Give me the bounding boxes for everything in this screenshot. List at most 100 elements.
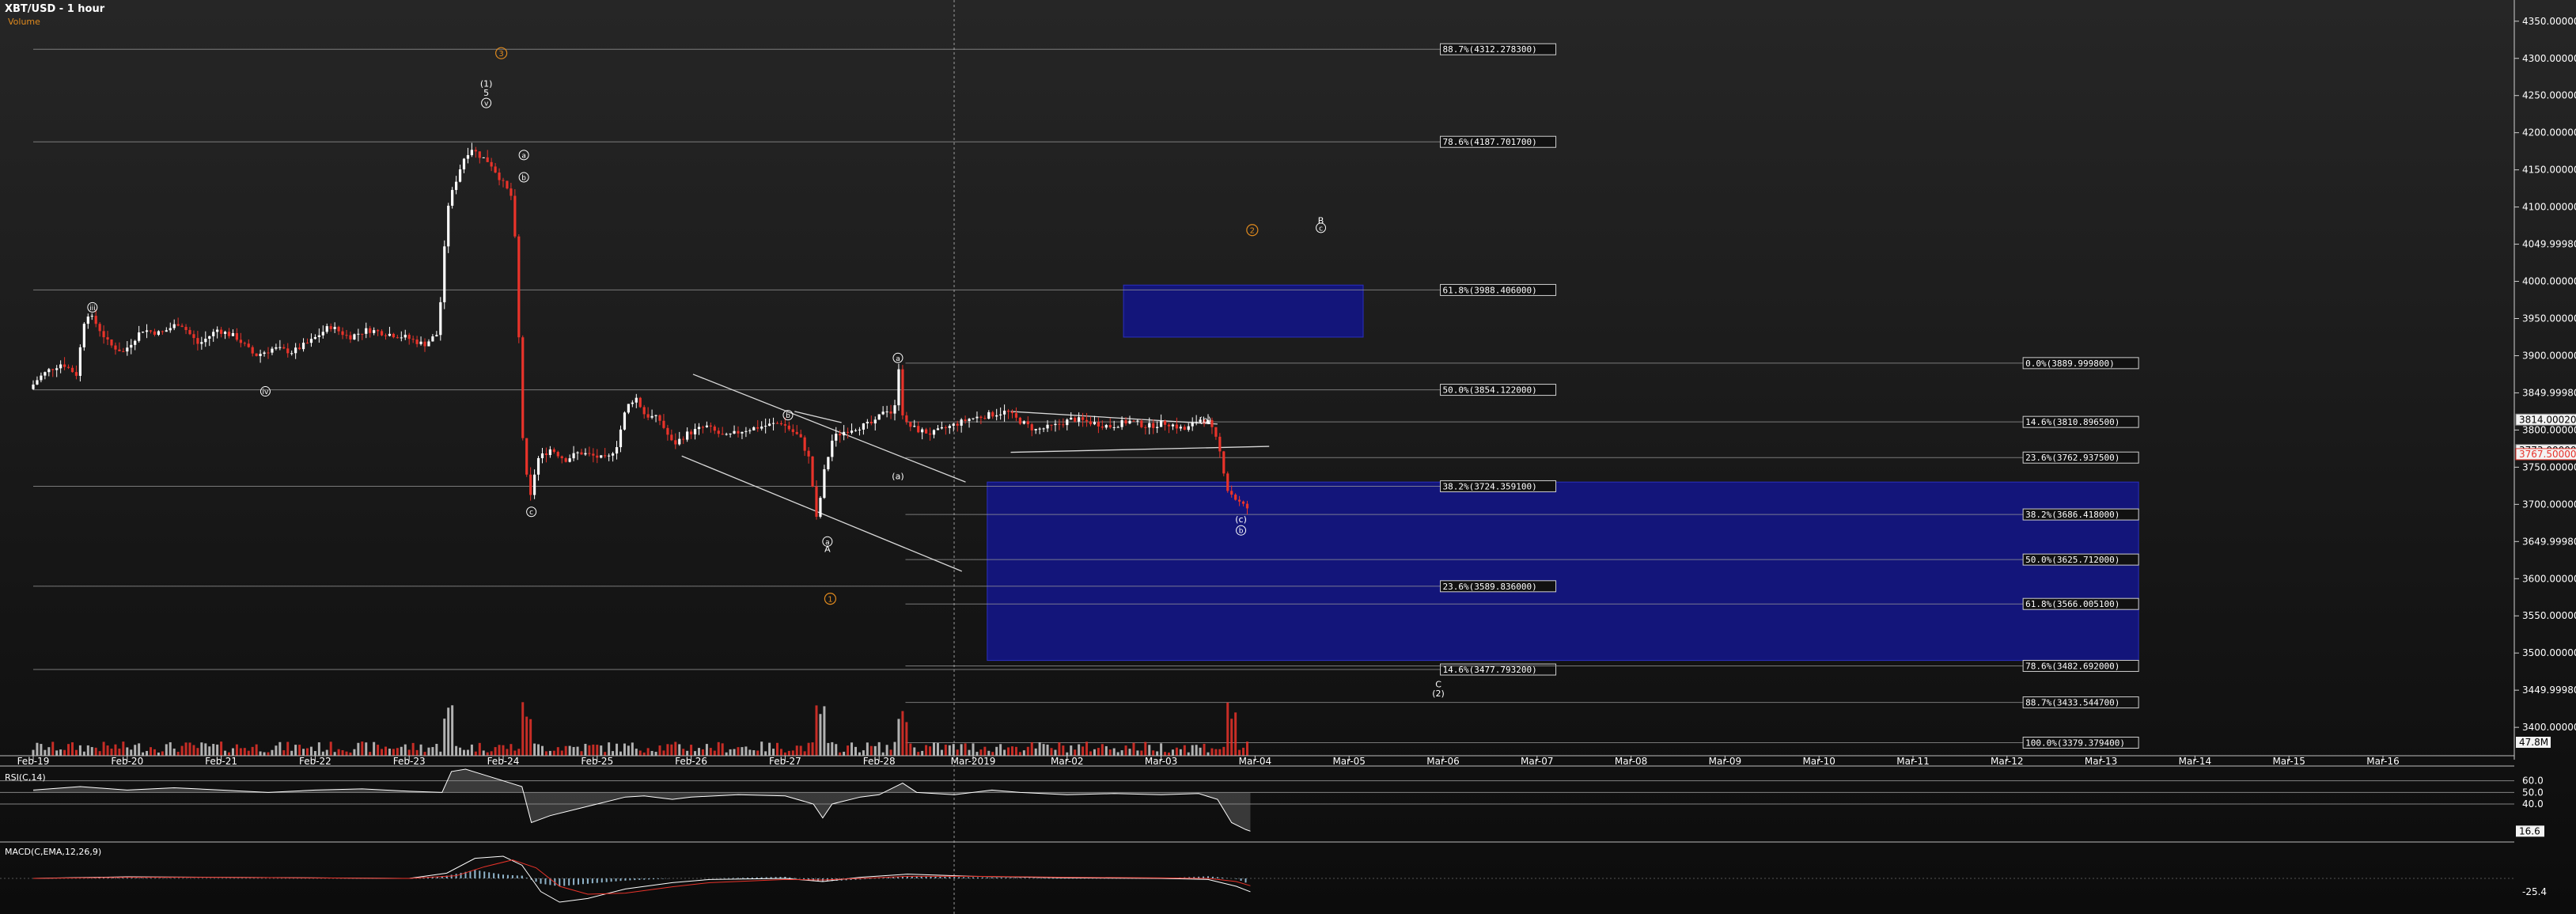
volume-bar-18 [102,741,105,756]
volume-bar-15 [90,747,93,756]
volume-bar-262 [1058,742,1061,756]
volume-bar-240 [972,743,975,756]
volume-bar-118 [494,747,497,756]
candle-body-195 [795,431,798,434]
volume-bar-92 [392,749,395,756]
candle-body-46 [212,332,215,336]
volume-bar-268 [1082,746,1085,756]
candle-body-76 [329,326,332,329]
volume-bar-154 [635,749,638,756]
fib-tag-label-14: 88.7%(3433.544700) [2025,698,2120,708]
candle-body-303 [1218,436,1222,452]
candle-body-59 [263,352,266,355]
candle-body-133 [552,449,555,453]
volume-bar-156 [642,752,646,756]
candle-body-152 [627,404,630,413]
time-tick-label-23: Mar-14 [2179,756,2211,767]
volume-bar-39 [184,742,188,756]
candle-body-277 [1116,427,1119,428]
volume-bar-160 [658,745,661,756]
volume-bar-260 [1050,748,1053,756]
volume-bar-286 [1152,750,1155,756]
volume-bar-183 [748,749,752,756]
candle-body-193 [787,425,790,430]
volume-bar-78 [337,749,340,756]
candle-body-194 [791,429,794,432]
candle-body-7 [59,364,63,369]
volume-bar-174 [713,750,716,756]
volume-bar-37 [176,752,180,756]
volume-bar-201 [819,714,822,756]
candle-body-32 [157,331,160,336]
volume-bar-307 [1234,712,1237,756]
candle-body-52 [235,332,238,340]
volume-bar-113 [474,751,477,756]
volume-bar-137 [568,745,571,756]
volume-bar-45 [208,746,211,756]
candle-body-180 [737,430,740,434]
price-chart[interactable]: 88.7%(4312.278300) 78.6%(4187.701700) 61.8… [0,0,2576,914]
candle-body-40 [188,330,191,335]
volume-bar-202 [823,706,826,756]
candle-body-31 [153,331,157,336]
volume-bar-191 [779,749,782,756]
candle-body-138 [572,453,575,459]
price-tick-label-0: 4350.000000 [2522,16,2576,27]
volume-bar-43 [200,742,203,756]
candle-body-56 [251,347,254,354]
time-tick-label-14: Mar-05 [1332,756,1365,767]
candle-body-274 [1104,425,1108,428]
volume-bar-40 [188,742,191,756]
volume-bar-234 [948,745,951,756]
fib-tag-label-11: 50.0%(3625.712000) [2025,555,2120,565]
candle-body-77 [333,327,336,329]
volume-bar-282 [1136,750,1139,756]
volume-bar-102 [431,747,434,756]
volume-bar-247 [999,744,1002,756]
candle-body-153 [631,402,634,404]
candle-body-257 [1038,428,1041,430]
macd-label: MACD(C,EMA,12,26,9) [5,847,101,857]
candle-body-282 [1136,420,1139,422]
volume-bar-83 [357,742,360,756]
volume-bar-298 [1199,747,1202,756]
volume-bar-231 [936,743,939,756]
volume-bar-73 [317,742,320,756]
candle-body-198 [807,450,810,457]
candle-body-16 [94,316,97,324]
volume-bar-76 [329,741,332,756]
volume-bar-182 [744,746,748,756]
candle-body-109 [458,169,462,182]
candle-body-137 [568,458,571,462]
candle-body-24 [126,347,129,352]
fib-tag-label-2: 61.8%(3988.406000) [1443,285,1537,295]
volume-bar-71 [309,746,313,756]
candle-body-2 [40,375,43,381]
price-tick-label-7: 4000.000000 [2522,276,2576,287]
candle-body-225 [913,426,916,427]
candle-body-45 [208,336,211,339]
candle-body-122 [510,188,513,196]
candle-body-236 [956,423,959,426]
candle-body-130 [540,453,544,458]
candle-body-280 [1128,420,1131,424]
candle-body-12 [78,347,81,376]
candle-body-157 [646,414,650,418]
volume-bar-224 [909,743,912,756]
volume-bar-57 [255,744,258,756]
candle-body-218 [885,411,888,413]
candle-body-205 [835,434,838,441]
volume-tag-label: 47.8M [2519,737,2548,748]
volume-bar-205 [835,744,838,756]
time-tick-label-20: Mar-11 [1896,756,1929,767]
volume-bar-176 [721,743,724,756]
candle-body-88 [377,330,380,332]
volume-bar-90 [385,746,387,756]
time-tick-label-2: Feb-21 [205,756,237,767]
fib-tag-label-7: 0.0%(3889.999800) [2025,358,2115,369]
candle-body-185 [756,427,760,429]
volume-bar-293 [1179,749,1182,756]
candle-body-188 [768,423,771,427]
candle-body-13 [82,324,85,347]
fib-tag-label-13: 78.6%(3482.692000) [2025,661,2120,671]
